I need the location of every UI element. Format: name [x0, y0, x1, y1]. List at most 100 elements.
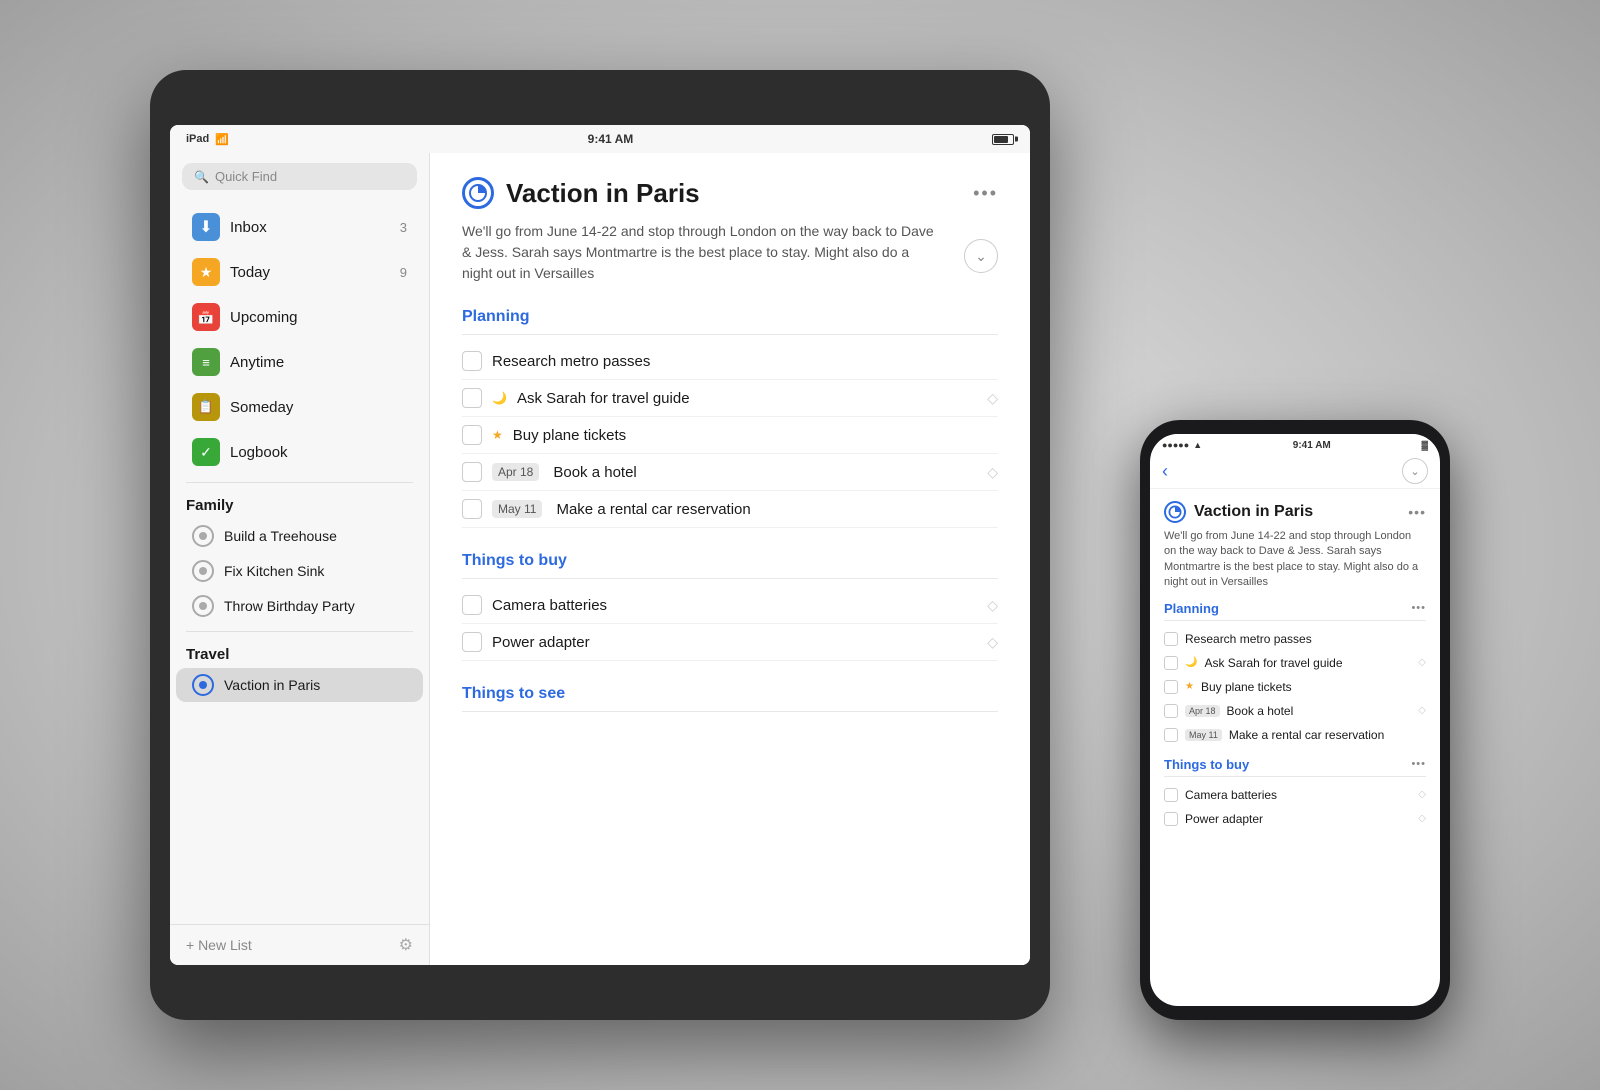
iphone-task-item-2: 🌙 Ask Sarah for travel guide ◇: [1164, 651, 1426, 675]
iphone-section-more-planning[interactable]: •••: [1411, 602, 1426, 614]
iphone-wifi-icon: ▲: [1193, 440, 1202, 450]
task-label-5: Make a rental car reservation: [556, 501, 998, 518]
task-label-3: Buy plane tickets: [513, 427, 998, 444]
task-item-6: Camera batteries ◇: [462, 587, 998, 624]
new-list-button[interactable]: + New List: [186, 937, 252, 953]
iphone-task-checkbox-6[interactable]: [1164, 788, 1178, 802]
iphone-divider-planning: [1164, 620, 1426, 621]
sidebar-project-kitchen[interactable]: Fix Kitchen Sink: [176, 554, 423, 588]
sidebar-item-inbox[interactable]: ⬇ Inbox 3: [176, 205, 423, 249]
ipad-statusbar-right: [992, 134, 1014, 145]
ipad-time: 9:41 AM: [588, 132, 634, 146]
search-bar[interactable]: 🔍 Quick Find: [182, 163, 417, 190]
iphone-navbar: ‹ ⌄: [1150, 454, 1440, 489]
iphone-more-button[interactable]: •••: [1408, 504, 1426, 520]
task-checkbox[interactable]: [462, 351, 482, 371]
sidebar-item-anytime[interactable]: ≡ Anytime: [176, 340, 423, 384]
reminder-icon-6: ◇: [987, 597, 998, 614]
ipad-screen: iPad 📶 9:41 AM 🔍 Quick Find: [170, 125, 1030, 965]
iphone-task-label-4: Book a hotel: [1227, 704, 1412, 718]
sidebar-project-paris[interactable]: Vaction in Paris: [176, 668, 423, 702]
task-checkbox-7[interactable]: [462, 632, 482, 652]
collapse-button[interactable]: ⌄: [964, 239, 998, 273]
iphone-device: ●●●●● ▲ 9:41 AM ▓ ‹ ⌄: [1140, 420, 1450, 1020]
settings-icon[interactable]: ⚙: [399, 935, 413, 955]
today-icon: ★: [192, 258, 220, 286]
iphone-task-label-3: Buy plane tickets: [1201, 680, 1426, 694]
iphone-task-checkbox-2[interactable]: [1164, 656, 1178, 670]
iphone-star-icon: ★: [1185, 681, 1194, 692]
task-item-4: Apr 18 Book a hotel ◇: [462, 454, 998, 491]
iphone-back-button[interactable]: ‹: [1162, 461, 1168, 482]
sidebar-project-treehouse[interactable]: Build a Treehouse: [176, 519, 423, 553]
iphone-task-checkbox-7[interactable]: [1164, 812, 1178, 826]
reminder-icon-4: ◇: [987, 464, 998, 481]
iphone-task-checkbox-3[interactable]: [1164, 680, 1178, 694]
iphone-task-checkbox-1[interactable]: [1164, 632, 1178, 646]
project-icon-inner-2: [199, 567, 207, 575]
sidebar-footer: + New List ⚙: [170, 924, 429, 965]
ipad-device-name: iPad: [186, 133, 209, 145]
iphone-project-status-icon: [1164, 501, 1186, 523]
project-icon-inner-paris: [199, 681, 207, 689]
project-pie-chart: [468, 183, 488, 203]
iphone-task-label-7: Power adapter: [1185, 812, 1411, 826]
ipad-statusbar: iPad 📶 9:41 AM: [170, 125, 1030, 153]
iphone-task-tag-4: Apr 18: [1185, 705, 1220, 717]
iphone-section-more-buy[interactable]: •••: [1411, 758, 1426, 770]
iphone-battery: ▓: [1421, 440, 1428, 450]
iphone-content: Vaction in Paris ••• We'll go from June …: [1150, 489, 1440, 1006]
sidebar-item-today[interactable]: ★ Today 9: [176, 250, 423, 294]
iphone-collapse-button[interactable]: ⌄: [1402, 458, 1428, 484]
task-checkbox-6[interactable]: [462, 595, 482, 615]
task-label-4: Book a hotel: [553, 464, 977, 481]
iphone-task-item-3: ★ Buy plane tickets: [1164, 675, 1426, 699]
iphone-reminder-icon-2: ◇: [1418, 657, 1426, 668]
project-status-icon: [462, 177, 494, 209]
search-icon: 🔍: [194, 170, 209, 184]
task-checkbox-3[interactable]: [462, 425, 482, 445]
anytime-icon: ≡: [192, 348, 220, 376]
task-label-7: Power adapter: [492, 634, 977, 651]
project-more-button[interactable]: •••: [973, 183, 998, 204]
task-item-5: May 11 Make a rental car reservation: [462, 491, 998, 528]
inbox-icon: ⬇: [192, 213, 220, 241]
battery-fill: [994, 136, 1008, 143]
task-item-7: Power adapter ◇: [462, 624, 998, 661]
iphone-task-item-6: Camera batteries ◇: [1164, 783, 1426, 807]
task-label-2: Ask Sarah for travel guide: [517, 390, 977, 407]
project-title: Vaction in Paris: [506, 178, 961, 209]
ipad-content-area: 🔍 Quick Find ⬇ Inbox 3 ★ Today: [170, 153, 1030, 965]
task-checkbox-4[interactable]: [462, 462, 482, 482]
upcoming-icon: 📅: [192, 303, 220, 331]
iphone-task-checkbox-5[interactable]: [1164, 728, 1178, 742]
iphone-reminder-icon-4: ◇: [1418, 705, 1426, 716]
sidebar-item-label-logbook: Logbook: [230, 444, 407, 461]
iphone-time: 9:41 AM: [1293, 440, 1331, 451]
iphone-task-label-5: Make a rental car reservation: [1229, 728, 1426, 742]
section-divider-see: [462, 711, 998, 712]
sidebar: 🔍 Quick Find ⬇ Inbox 3 ★ Today: [170, 153, 430, 965]
iphone-task-tag-5: May 11: [1185, 729, 1222, 741]
sidebar-project-birthday[interactable]: Throw Birthday Party: [176, 589, 423, 623]
sidebar-item-upcoming[interactable]: 📅 Upcoming: [176, 295, 423, 339]
iphone-moon-icon: 🌙: [1185, 657, 1197, 668]
sidebar-item-logbook[interactable]: ✓ Logbook: [176, 430, 423, 474]
sidebar-project-label-treehouse: Build a Treehouse: [224, 528, 337, 544]
task-label-6: Camera batteries: [492, 597, 977, 614]
iphone-task-checkbox-4[interactable]: [1164, 704, 1178, 718]
iphone-screen: ●●●●● ▲ 9:41 AM ▓ ‹ ⌄: [1150, 434, 1440, 1006]
iphone-project-header: Vaction in Paris •••: [1164, 501, 1426, 523]
task-label: Research metro passes: [492, 353, 998, 370]
someday-icon: 📋: [192, 393, 220, 421]
sidebar-item-label-today: Today: [230, 264, 400, 281]
sidebar-divider-1: [186, 482, 413, 483]
iphone-task-label-6: Camera batteries: [1185, 788, 1411, 802]
task-checkbox-5[interactable]: [462, 499, 482, 519]
iphone-project-description: We'll go from June 14-22 and stop throug…: [1164, 529, 1426, 591]
sidebar-item-someday[interactable]: 📋 Someday: [176, 385, 423, 429]
iphone-divider-buy: [1164, 776, 1426, 777]
iphone-task-item-1: Research metro passes: [1164, 627, 1426, 651]
task-checkbox-2[interactable]: [462, 388, 482, 408]
section-divider-planning: [462, 334, 998, 335]
